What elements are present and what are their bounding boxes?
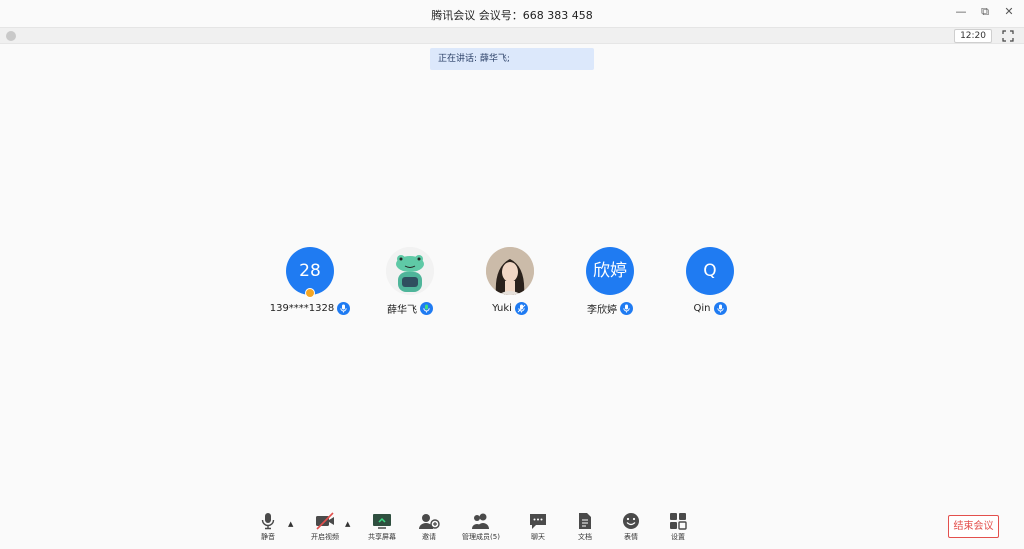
participant-name: 李欣婷 bbox=[587, 304, 617, 316]
host-badge-icon bbox=[305, 288, 315, 298]
audio-options-caret-icon[interactable]: ▲ bbox=[288, 520, 293, 528]
settings-grid-icon bbox=[670, 513, 687, 530]
window-title: 腾讯会议 会议号：668 383 458 bbox=[431, 9, 593, 22]
participant-tile[interactable]: Q Qin bbox=[660, 247, 760, 315]
settings-label: 设置 bbox=[671, 533, 685, 541]
share-screen-icon bbox=[373, 514, 391, 529]
window-controls: — ⧉ ✕ bbox=[954, 5, 1016, 19]
title-bar: 腾讯会议 会议号：668 383 458 — ⧉ ✕ bbox=[0, 0, 1024, 28]
microphone-icon bbox=[337, 301, 351, 315]
participant-tile[interactable]: 欣婷 李欣婷 bbox=[560, 247, 660, 316]
mute-label: 静音 bbox=[261, 533, 275, 541]
video-off-icon bbox=[316, 512, 334, 530]
meeting-toolbar: 静音 ▲ 开启视频 ▲ 共享屏幕 邀请 管理成员(5) 聊天 文档 表情 设置 bbox=[0, 508, 1024, 549]
fullscreen-icon[interactable] bbox=[1002, 30, 1014, 42]
avatar: 欣婷 bbox=[586, 247, 634, 295]
avatar-initials: 欣婷 bbox=[593, 261, 627, 281]
document-icon bbox=[579, 513, 591, 529]
avatar bbox=[486, 247, 534, 295]
microphone-icon bbox=[261, 513, 275, 530]
end-meeting-button[interactable]: 结束会议 bbox=[948, 515, 999, 538]
participant-tile[interactable]: 28 139****1328 bbox=[260, 247, 360, 315]
microphone-icon bbox=[514, 301, 528, 315]
invite-label: 邀请 bbox=[422, 533, 436, 541]
avatar: 28 bbox=[286, 247, 334, 298]
minimize-button[interactable]: — bbox=[954, 5, 968, 19]
restore-button[interactable]: ⧉ bbox=[978, 5, 992, 19]
microphone-icon bbox=[713, 301, 727, 315]
close-button[interactable]: ✕ bbox=[1002, 5, 1016, 19]
user-photo-icon bbox=[486, 247, 534, 295]
info-bar: 12:20 bbox=[0, 28, 1024, 44]
avatar bbox=[386, 247, 434, 295]
start-video-label: 开启视频 bbox=[311, 533, 339, 541]
manage-members-label: 管理成员(5) bbox=[462, 533, 500, 541]
manage-members-button[interactable]: 管理成员(5) bbox=[451, 512, 511, 542]
participant-tile[interactable]: 薛华飞 bbox=[360, 247, 460, 316]
shield-icon[interactable] bbox=[6, 31, 16, 41]
add-user-icon bbox=[419, 514, 440, 529]
participant-name: Yuki bbox=[492, 302, 512, 314]
microphone-icon bbox=[620, 301, 633, 315]
microphone-speaking-icon bbox=[420, 301, 433, 315]
participant-grid: 28 139****1328 薛华飞 Yuki 欣婷 李欣婷 Q Qin bbox=[260, 247, 760, 327]
participant-name: Qin bbox=[693, 302, 711, 314]
participant-name: 139****1328 bbox=[269, 302, 335, 314]
participant-name: 薛华飞 bbox=[387, 304, 417, 316]
settings-button[interactable]: 设置 bbox=[648, 512, 708, 542]
frog-icon bbox=[386, 247, 434, 295]
meeting-timer: 12:20 bbox=[954, 29, 992, 43]
members-icon bbox=[472, 513, 489, 529]
avatar-initials: 28 bbox=[299, 261, 321, 281]
invite-button[interactable]: 邀请 bbox=[399, 512, 459, 542]
video-options-caret-icon[interactable]: ▲ bbox=[345, 520, 350, 528]
speaking-banner: 正在讲话: 薛华飞; bbox=[430, 48, 594, 70]
emoji-icon bbox=[623, 513, 639, 529]
avatar-initials: Q bbox=[703, 261, 717, 281]
chat-icon bbox=[530, 514, 546, 529]
avatar: Q bbox=[686, 247, 734, 295]
participant-tile[interactable]: Yuki bbox=[460, 247, 560, 315]
